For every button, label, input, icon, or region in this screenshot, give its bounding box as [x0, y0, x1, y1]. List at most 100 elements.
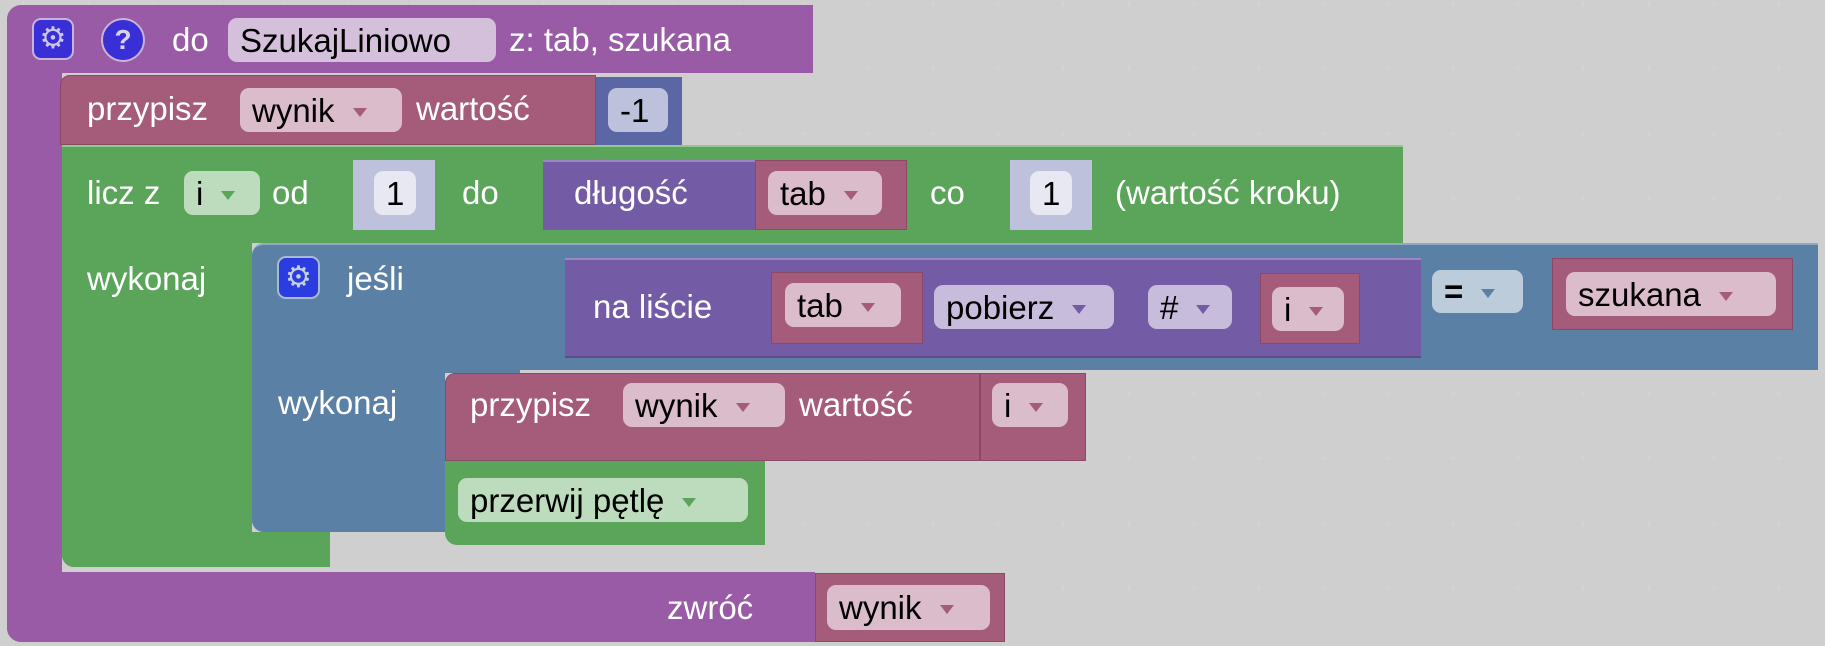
grid-dot: [1320, 585, 1327, 592]
grid-dot: [800, 130, 807, 137]
grid-dot: [1385, 130, 1392, 137]
dropdown-arrow-icon: [352, 107, 367, 117]
grid-dot: [1710, 130, 1717, 137]
dropdown-arrow-icon: [843, 190, 858, 200]
grid-dot: [1125, 390, 1132, 397]
grid-dot: [1580, 195, 1587, 202]
if-label: jeśli: [347, 260, 404, 297]
grid-dot: [1580, 0, 1587, 7]
operator-text: =: [1444, 273, 1464, 310]
then-set-variable-dropdown[interactable]: wynik: [623, 383, 785, 427]
dropdown-arrow-icon: [1029, 402, 1044, 412]
help-icon: ?: [114, 24, 132, 55]
grid-dot: [1710, 195, 1717, 202]
dropdown-arrow-icon: [735, 402, 750, 412]
then-value-label: wartość: [799, 386, 913, 423]
if-settings-button[interactable]: ⚙: [277, 256, 320, 299]
grid-dot: [1450, 455, 1457, 462]
grid-dot: [1450, 390, 1457, 397]
grid-dot: [1385, 390, 1392, 397]
procedure-settings-button[interactable]: ⚙: [32, 18, 74, 60]
grid-dot: [1710, 455, 1717, 462]
dropdown-arrow-icon: [1718, 291, 1733, 301]
list-where-text: #: [1160, 288, 1179, 326]
grid-dot: [865, 0, 872, 7]
grid-dot: [865, 130, 872, 137]
grid-dot: [1515, 130, 1522, 137]
grid-dot: [1450, 585, 1457, 592]
for-loop-variable-dropdown[interactable]: i: [184, 171, 260, 215]
length-variable-dropdown[interactable]: tab: [768, 171, 882, 215]
set-variable-dropdown[interactable]: wynik: [240, 88, 402, 132]
compare-operator-dropdown[interactable]: =: [1432, 270, 1523, 313]
for-do-label: wykonaj: [87, 260, 207, 297]
grid-dot: [1775, 520, 1782, 527]
list-variable-dropdown[interactable]: tab: [785, 283, 901, 327]
list-mode-text: pobierz: [946, 288, 1055, 326]
grid-dot: [1645, 455, 1652, 462]
grid-dot: [1190, 585, 1197, 592]
number-field-from[interactable]: 1: [374, 171, 416, 215]
length-label: długość: [574, 174, 688, 211]
index-variable-name: i: [1284, 290, 1292, 328]
grid-dot: [1320, 455, 1327, 462]
then-value-dropdown[interactable]: i: [992, 383, 1068, 427]
for-step-label: co: [930, 174, 965, 211]
grid-dot: [930, 520, 937, 527]
grid-dot: [1515, 195, 1522, 202]
return-variable-dropdown[interactable]: wynik: [827, 585, 990, 630]
compare-variable-dropdown[interactable]: szukana: [1566, 272, 1776, 316]
grid-dot: [1710, 0, 1717, 7]
grid-dot: [1515, 455, 1522, 462]
grid-dot: [1450, 520, 1457, 527]
grid-dot: [1775, 130, 1782, 137]
grid-dot: [1320, 520, 1327, 527]
procedure-keyword: do: [172, 21, 209, 58]
break-loop-dropdown[interactable]: przerwij pętlę: [458, 478, 748, 522]
procedure-help-button[interactable]: ?: [101, 18, 145, 62]
procedure-name-field[interactable]: SzukajLiniowo: [228, 18, 496, 62]
grid-dot: [1580, 520, 1587, 527]
grid-dot: [930, 0, 937, 7]
dropdown-arrow-icon: [682, 497, 697, 507]
grid-dot: [1515, 65, 1522, 72]
dropdown-arrow-icon: [860, 302, 875, 312]
grid-dot: [1645, 0, 1652, 7]
list-label: na liście: [593, 288, 713, 325]
grid-dot: [1385, 0, 1392, 7]
gear-icon: ⚙: [39, 22, 67, 55]
grid-dot: [735, 130, 742, 137]
grid-dot: [1255, 0, 1262, 7]
loop-variable-name: i: [196, 174, 204, 212]
grid-dot: [1125, 0, 1132, 7]
grid-dot: [1320, 130, 1327, 137]
list-mode-dropdown[interactable]: pobierz: [934, 285, 1114, 329]
grid-dot: [1775, 65, 1782, 72]
grid-dot: [1580, 130, 1587, 137]
grid-dot: [1645, 195, 1652, 202]
grid-dot: [1450, 0, 1457, 7]
index-variable-dropdown[interactable]: i: [1272, 287, 1344, 331]
grid-dot: [1710, 585, 1717, 592]
grid-dot: [1060, 0, 1067, 7]
dropdown-arrow-icon: [1072, 304, 1087, 314]
grid-dot: [1775, 585, 1782, 592]
then-value-name: i: [1004, 386, 1012, 424]
for-loop-block-footer: [62, 532, 330, 567]
if-do-label: wykonaj: [278, 384, 398, 421]
list-where-dropdown[interactable]: #: [1148, 285, 1232, 329]
grid-dot: [1645, 585, 1652, 592]
grid-dot: [1580, 455, 1587, 462]
grid-dot: [930, 65, 937, 72]
grid-dot: [1060, 585, 1067, 592]
grid-dot: [1515, 0, 1522, 7]
grid-dot: [1710, 520, 1717, 527]
set-label: przypisz: [87, 90, 209, 127]
grid-dot: [1190, 130, 1197, 137]
grid-dot: [1645, 520, 1652, 527]
grid-dot: [1255, 130, 1262, 137]
number-field-step[interactable]: 1: [1030, 171, 1072, 215]
grid-dot: [1060, 520, 1067, 527]
for-step-hint: (wartość kroku): [1115, 174, 1341, 211]
number-field-neg1[interactable]: -1: [608, 88, 668, 132]
